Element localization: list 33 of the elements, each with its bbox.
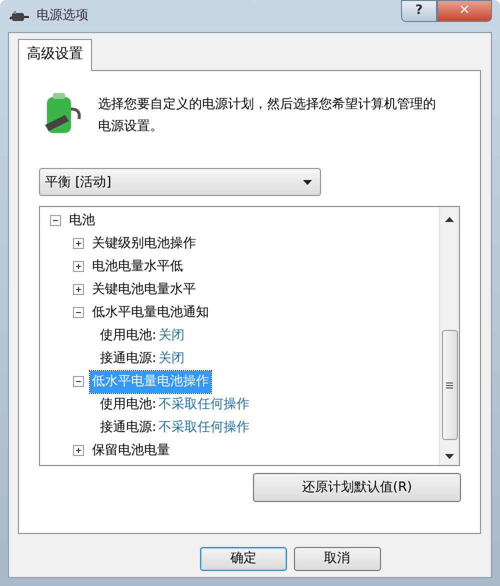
ok-button[interactable]: 确定	[200, 547, 287, 571]
expand-icon[interactable]	[73, 238, 84, 250]
scroll-up-icon[interactable]	[445, 217, 454, 222]
collapse-icon[interactable]	[50, 215, 61, 226]
setting-label: 使用电池:	[99, 327, 158, 345]
collapse-icon[interactable]	[73, 307, 84, 318]
tree-item[interactable]: 关键级别电池操作	[90, 233, 198, 254]
tree-item[interactable]: 关键电池电量水平	[90, 279, 198, 300]
tree-item[interactable]: 电池	[67, 210, 97, 232]
tab[interactable]: 高级设置	[18, 39, 92, 71]
cancel-button[interactable]: 取消	[294, 547, 380, 571]
dropdown-arrow-icon	[303, 180, 312, 185]
setting-value[interactable]: 关闭	[158, 349, 184, 368]
setting-value[interactable]: 不采取任何操作	[158, 395, 250, 414]
tree-item[interactable]: 电池电量水平低	[90, 256, 185, 278]
tree-item[interactable]: 低水平电量电池通知	[90, 302, 211, 324]
expand-icon[interactable]	[73, 445, 84, 456]
setting-value[interactable]: 不采取任何操作	[158, 418, 250, 438]
scrollbar-thumb[interactable]	[442, 330, 458, 440]
collapse-icon[interactable]	[73, 376, 84, 388]
window-title: 电源选项	[36, 7, 88, 25]
plan-dropdown[interactable]: 平衡 [活动]	[39, 168, 321, 196]
help-button[interactable]: ?	[401, 0, 437, 22]
instruction-text: 选择您要自定义的电源计划，然后选择您希望计算机管理的电源设置。	[98, 96, 437, 136]
scroll-down-icon[interactable]	[445, 454, 454, 459]
setting-value[interactable]: 关闭	[158, 326, 184, 346]
setting-label: 接通电源:	[99, 350, 158, 368]
setting-label: 使用电池:	[99, 396, 158, 414]
expand-icon[interactable]	[73, 284, 84, 296]
restore-defaults-button[interactable]: 还原计划默认值(R)	[253, 472, 461, 502]
setting-label: 接通电源:	[99, 419, 158, 437]
tree-item[interactable]: 保留电池电量	[90, 440, 172, 462]
expand-icon[interactable]	[73, 261, 84, 272]
